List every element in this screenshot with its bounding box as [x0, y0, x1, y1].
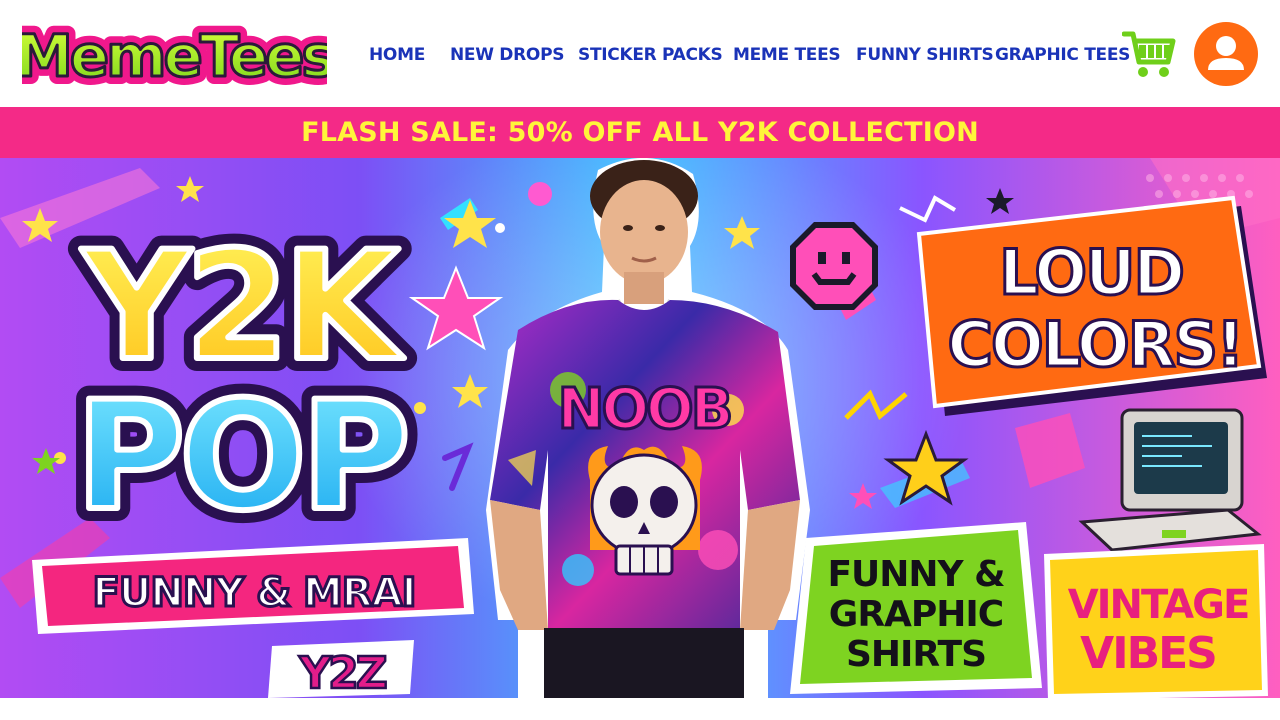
user-account-icon [1208, 36, 1244, 70]
nav-meme-tees[interactable]: MEME TEES [733, 40, 841, 70]
shirt-graphic-text: NOOB [558, 377, 731, 442]
brand-logo[interactable]: MemeTees MemeTees [7, 10, 344, 98]
funny-badge[interactable]: FUNNY & MRAI [18, 530, 478, 640]
hero-title-line1: Y2K [80, 220, 404, 394]
vintage-line1: VINTAGE [1068, 582, 1249, 628]
y2z-sticker-text: Y2Z [298, 648, 385, 698]
funny-graphic-line1: FUNNY & [827, 554, 1004, 595]
nav-home[interactable]: HOME [369, 40, 425, 70]
smiley-icon [790, 222, 878, 310]
svg-text:MemeTees: MemeTees [22, 22, 327, 90]
loud-colors-badge[interactable]: LOUD COLORS! [915, 194, 1277, 424]
hero-title-line2: POP [75, 370, 404, 544]
model-photo: NOOB [486, 158, 810, 698]
loud-colors-line2: COLORS! [948, 308, 1243, 381]
site-header: MemeTees MemeTees HOME NEW DROPS STICKER… [0, 0, 1280, 107]
flash-sale-text: FLASH SALE: 50% OFF ALL Y2K COLLECTION [301, 117, 979, 148]
nav-sticker-packs[interactable]: STICKER PACKS [578, 40, 723, 70]
hero-banner[interactable]: Y2K Y2K POP POP FUNNY & MRAI Y2Z NOOB LO… [0, 158, 1280, 698]
vintage-line2: VIBES [1080, 628, 1216, 679]
funny-graphic-shirts-badge[interactable]: FUNNY & GRAPHIC SHIRTS [786, 518, 1044, 698]
nav-new-drops[interactable]: NEW DROPS [450, 40, 564, 70]
shopping-cart-icon [1121, 31, 1176, 77]
nav-funny-shirts[interactable]: FUNNY SHIRTS [856, 40, 994, 70]
nav-graphic-tees[interactable]: GRAPHIC TEES [995, 40, 1130, 70]
brand-logo-graphic: MemeTees MemeTees [7, 14, 344, 98]
hero-title: Y2K Y2K POP POP [62, 207, 423, 550]
user-account-button[interactable] [1194, 22, 1258, 86]
y2z-sticker: Y2Z [268, 640, 414, 698]
funny-badge-text: FUNNY & MRAI [93, 570, 416, 616]
loud-colors-line1: LOUD [999, 236, 1183, 309]
funny-graphic-line2: GRAPHIC [829, 594, 1003, 635]
page-bottom-strip [0, 698, 1280, 720]
cart-button[interactable] [1121, 28, 1176, 80]
funny-graphic-line3: SHIRTS [846, 634, 986, 675]
vintage-vibes-badge[interactable]: VINTAGE VIBES [1036, 540, 1272, 698]
flash-sale-banner[interactable]: FLASH SALE: 50% OFF ALL Y2K COLLECTION [0, 107, 1280, 158]
